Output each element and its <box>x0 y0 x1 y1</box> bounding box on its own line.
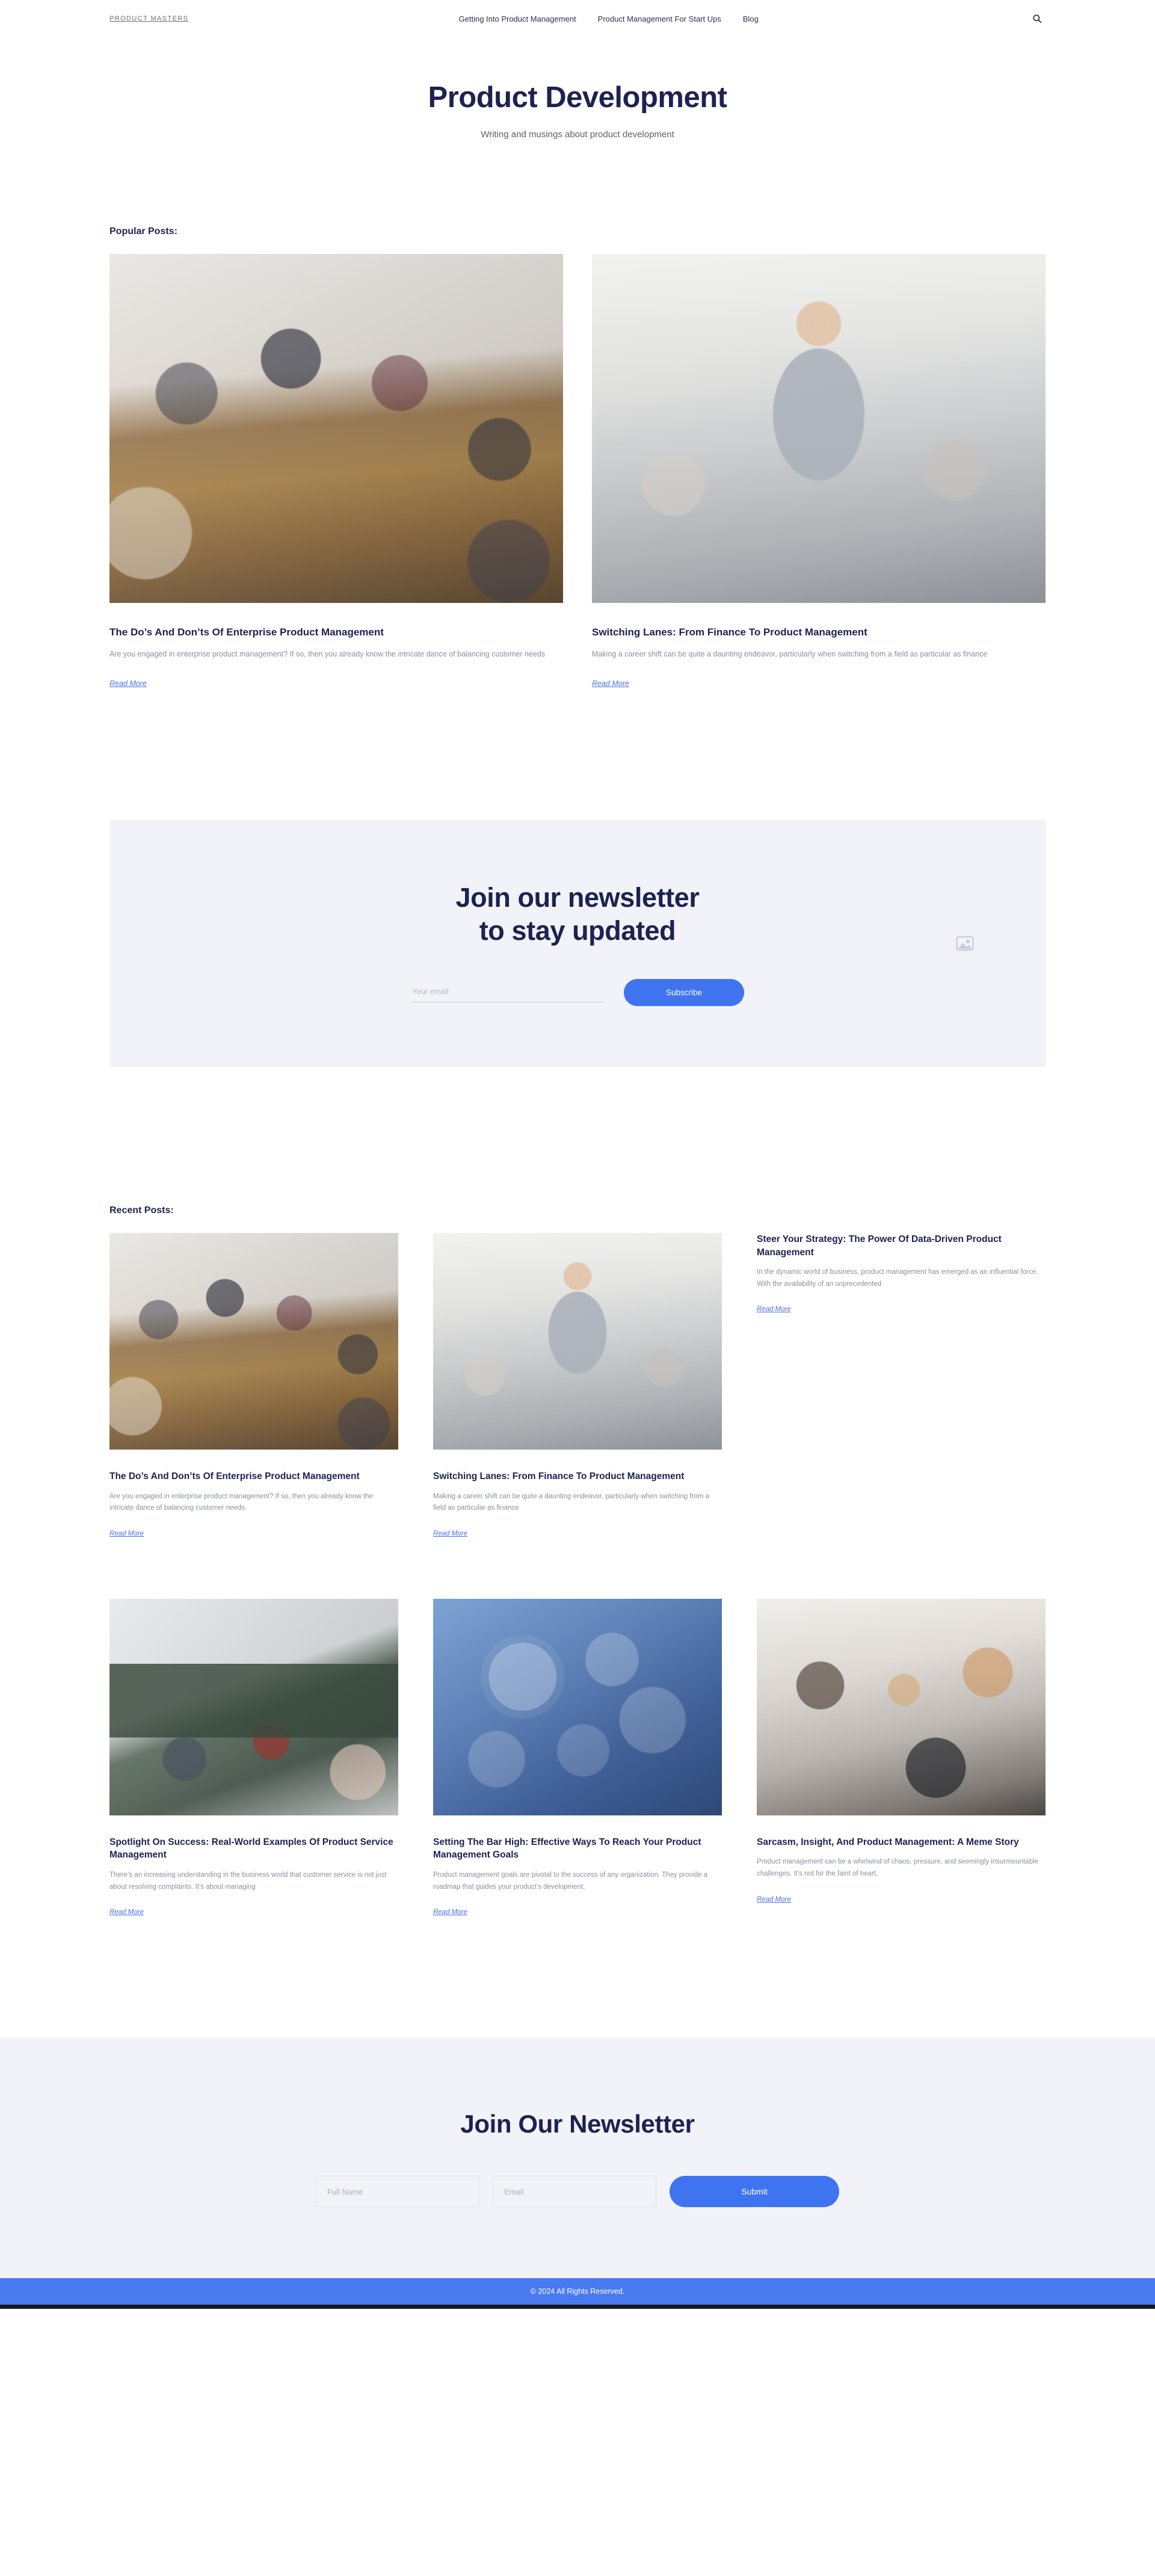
page-root: PRODUCT MASTERS Getting Into Product Man… <box>0 0 1155 2576</box>
submit-button[interactable]: Submit <box>670 2176 839 2208</box>
newsletter-banner-title: Join our newsletter to stay updated <box>456 882 700 948</box>
recent-post-title[interactable]: Steer Your Strategy: The Power Of Data-D… <box>757 1233 1046 1259</box>
copyright-text: © 2024 All Rights Reserved. <box>530 2287 625 2296</box>
newsletter-email-input[interactable] <box>411 982 603 1003</box>
newsletter-banner: Join our newsletter to stay updated Subs… <box>109 820 1046 1067</box>
recent-post-title[interactable]: Spotlight On Success: Real-World Example… <box>109 1836 398 1862</box>
recent-post-excerpt: There’s an increasing understanding in t… <box>109 1871 387 1891</box>
recent-post-title[interactable]: Setting The Bar High: Effective Ways To … <box>433 1836 722 1862</box>
nav-item-product-management-for-start-ups[interactable]: Product Management For Start Ups <box>598 14 721 23</box>
read-more-link[interactable]: Read More <box>592 679 1046 688</box>
recent-post-card[interactable]: Steer Your Strategy: The Power Of Data-D… <box>757 1233 1046 1539</box>
boardroom-meeting-photo <box>109 1233 398 1450</box>
popular-post-thumbnail[interactable] <box>109 253 563 603</box>
popular-post-card[interactable]: Switching Lanes: From Finance To Product… <box>592 253 1046 688</box>
read-more-link[interactable]: Read More <box>433 1909 467 1916</box>
popular-post-title[interactable]: Switching Lanes: From Finance To Product… <box>592 626 1046 640</box>
read-more-link[interactable]: Read More <box>109 1909 144 1916</box>
recent-post-card[interactable]: Spotlight On Success: Real-World Example… <box>109 1599 398 1917</box>
brand-logo[interactable]: PRODUCT MASTERS <box>109 15 188 22</box>
popular-post-title[interactable]: The Do’s And Don’ts Of Enterprise Produc… <box>109 626 563 640</box>
read-more-link[interactable]: Read More <box>433 1530 467 1537</box>
recent-post-thumbnail[interactable] <box>757 1599 1046 1816</box>
recent-post-thumbnail[interactable] <box>109 1233 398 1450</box>
footer-newsletter-form: Submit <box>0 2176 1155 2208</box>
newsletter-banner-form: Subscribe <box>411 978 744 1006</box>
popular-post-excerpt: Making a career shift can be quite a dau… <box>592 649 988 658</box>
read-more-link[interactable]: Read More <box>109 679 563 688</box>
recent-post-title[interactable]: Sarcasm, Insight, And Product Management… <box>757 1836 1046 1849</box>
subscribe-button[interactable]: Subscribe <box>624 978 744 1006</box>
popular-post-excerpt: Are you engaged in enterprise product ma… <box>109 649 546 658</box>
whiteboard-presentation-photo <box>109 1599 398 1816</box>
newsletter-banner-title-line1: Join our newsletter <box>455 882 700 913</box>
search-icon <box>1032 14 1042 23</box>
recent-posts-section: Recent Posts: The Do’s And Don’ts Of Ent… <box>0 1067 1155 1917</box>
nav-item-getting-into-product-management[interactable]: Getting Into Product Management <box>459 14 576 23</box>
page-subtitle: Writing and musings about product develo… <box>481 129 674 140</box>
recent-post-title[interactable]: The Do’s And Don’ts Of Enterprise Produc… <box>109 1470 398 1483</box>
footer-newsletter-section: Join Our Newsletter Submit <box>0 2037 1155 2279</box>
recent-post-excerpt: Product management goals are pivotal to … <box>433 1871 708 1891</box>
bottom-strip <box>0 2305 1155 2309</box>
newsletter-banner-section: Join our newsletter to stay updated Subs… <box>0 688 1155 1067</box>
email-input[interactable] <box>493 2176 656 2208</box>
recent-post-card[interactable]: Sarcasm, Insight, And Product Management… <box>757 1599 1046 1917</box>
image-placeholder-icon <box>953 931 977 956</box>
laughing-team-laptop-photo <box>757 1599 1046 1816</box>
recent-post-excerpt: In the dynamic world of business, produc… <box>757 1268 1038 1288</box>
read-more-link[interactable]: Read More <box>109 1530 144 1537</box>
recent-post-card[interactable]: Switching Lanes: From Finance To Product… <box>433 1233 722 1539</box>
recent-post-excerpt: Product management can be a whirlwind of… <box>757 1858 1038 1878</box>
recent-post-title[interactable]: Switching Lanes: From Finance To Product… <box>433 1470 722 1483</box>
site-header: PRODUCT MASTERS Getting Into Product Man… <box>0 0 1155 37</box>
read-more-link[interactable]: Read More <box>757 1306 791 1313</box>
office-man-portrait-photo <box>433 1233 722 1450</box>
recent-post-card[interactable]: The Do’s And Don’ts Of Enterprise Produc… <box>109 1233 398 1539</box>
popular-posts-grid: The Do’s And Don’ts Of Enterprise Produc… <box>109 253 1046 688</box>
copyright-bar: © 2024 All Rights Reserved. <box>0 2278 1155 2305</box>
read-more-link[interactable]: Read More <box>757 1896 791 1903</box>
page-title: Product Development <box>428 81 727 114</box>
office-man-portrait-photo <box>592 253 1046 603</box>
newsletter-banner-title-line2: to stay updated <box>479 915 676 946</box>
popular-post-thumbnail[interactable] <box>592 253 1046 603</box>
main-navigation: Getting Into Product Management Product … <box>188 14 1029 23</box>
fullname-input[interactable] <box>316 2176 479 2208</box>
recent-posts-label: Recent Posts: <box>109 1205 174 1216</box>
recent-post-thumbnail[interactable] <box>433 1599 722 1816</box>
gears-business-icons-photo <box>433 1599 722 1816</box>
search-button[interactable] <box>1029 10 1046 27</box>
hero-section: Product Development Writing and musings … <box>0 37 1155 142</box>
popular-post-card[interactable]: The Do’s And Don’ts Of Enterprise Produc… <box>109 253 563 688</box>
recent-post-card[interactable]: Setting The Bar High: Effective Ways To … <box>433 1599 722 1917</box>
recent-post-excerpt: Making a career shift can be quite a dau… <box>433 1492 709 1512</box>
recent-posts-grid-row-2: Spotlight On Success: Real-World Example… <box>109 1599 1046 1917</box>
popular-posts-label: Popular Posts: <box>109 226 177 236</box>
recent-post-thumbnail[interactable] <box>433 1233 722 1450</box>
nav-item-blog[interactable]: Blog <box>743 14 759 23</box>
recent-post-thumbnail[interactable] <box>109 1599 398 1816</box>
footer-newsletter-title: Join Our Newsletter <box>460 2110 695 2139</box>
popular-posts-section: Popular Posts: The Do’s And Don’ts Of En… <box>0 142 1155 688</box>
recent-posts-grid-row-1: The Do’s And Don’ts Of Enterprise Produc… <box>109 1233 1046 1539</box>
recent-post-excerpt: Are you engaged in enterprise product ma… <box>109 1492 373 1512</box>
boardroom-meeting-photo <box>109 253 563 603</box>
